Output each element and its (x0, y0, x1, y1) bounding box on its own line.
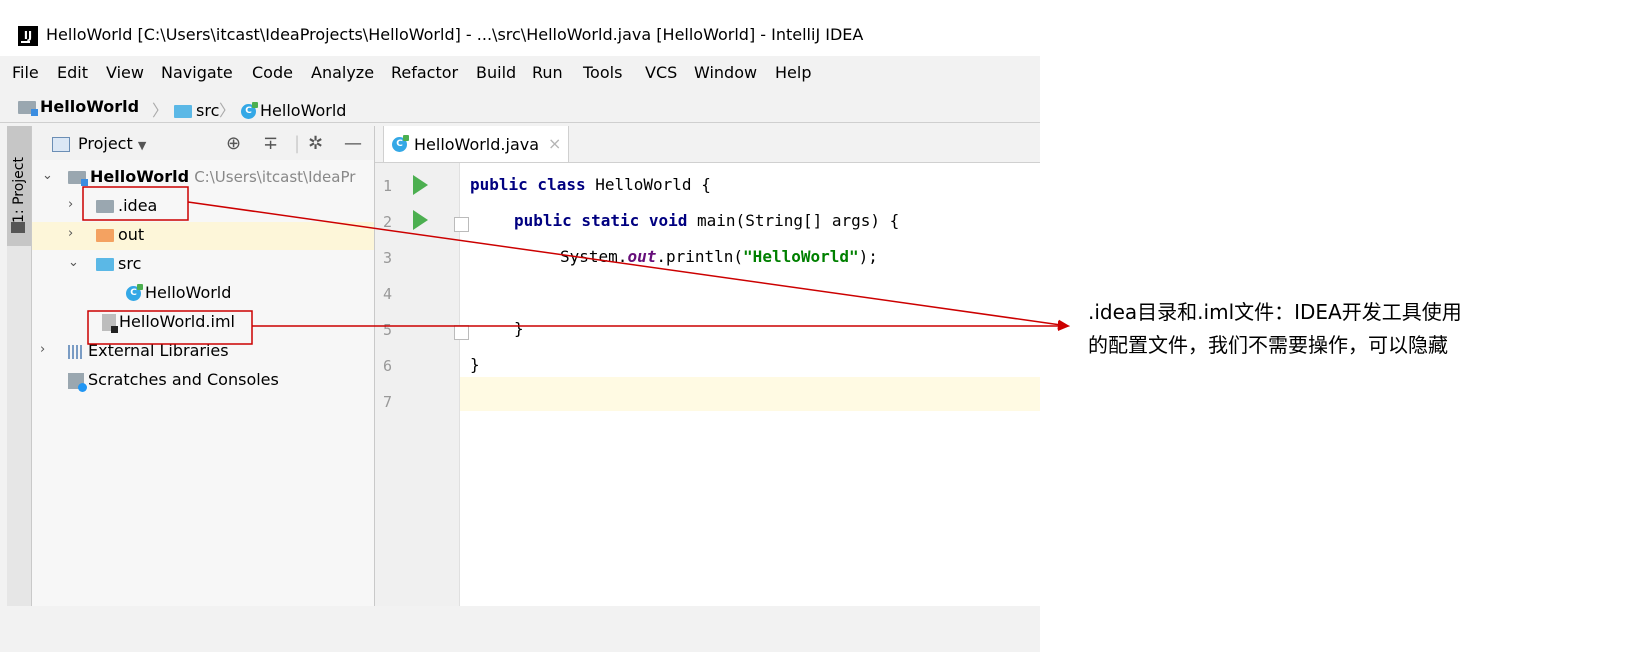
divider: | (294, 133, 301, 154)
iml-file-icon (102, 314, 118, 333)
tab-helloworld-java[interactable]: C HelloWorld.java × (383, 126, 569, 162)
tree-item-iml[interactable]: HelloWorld.iml (32, 309, 374, 337)
breadcrumb-class[interactable]: 〉 C HelloWorld (213, 97, 346, 121)
gear-icon[interactable]: ✲ (308, 133, 323, 154)
project-view-selector[interactable]: Project ▼ (78, 134, 146, 153)
project-panel-header: Project ▼ ⊕ ∓ | ✲ — (32, 126, 374, 160)
title-bar: IJ HelloWorld [C:\Users\itcast\IdeaProje… (0, 0, 1040, 56)
menu-bar: File Edit View Navigate Code Analyze Ref… (0, 58, 1040, 88)
editor-tab-bar: C HelloWorld.java × (375, 126, 1040, 163)
folder-icon (11, 222, 25, 233)
source-folder-icon (174, 105, 193, 118)
class-icon: C (241, 102, 259, 119)
line-number: 1 (383, 177, 393, 195)
project-view-icon (52, 137, 70, 152)
tree-item-scratches[interactable]: Scratches and Consoles (32, 367, 374, 395)
scratches-icon (68, 372, 87, 392)
code-line-1: public class HelloWorld { (470, 175, 711, 194)
breadcrumb-project[interactable]: HelloWorld (18, 97, 139, 116)
line-number: 7 (383, 393, 393, 411)
dropdown-arrow-icon: ▼ (137, 139, 147, 152)
tool-window-strip: 1: Project (7, 126, 32, 606)
source-folder-icon (96, 258, 114, 271)
project-tool-tab-label: 1: Project (11, 157, 27, 223)
chevron-down-icon: ⌄ (68, 255, 79, 270)
menu-analyze[interactable]: Analyze (311, 63, 374, 82)
menu-vcs[interactable]: VCS (645, 63, 677, 82)
folder-icon (96, 200, 114, 213)
chevron-right-icon: 〉 (152, 101, 169, 120)
line-number: 3 (383, 249, 393, 267)
menu-build[interactable]: Build (476, 63, 516, 82)
tree-item-helloworld-class[interactable]: C HelloWorld (32, 280, 374, 308)
close-icon[interactable]: × (548, 134, 561, 153)
code-line-5: } (514, 319, 524, 338)
menu-help[interactable]: Help (775, 63, 811, 82)
menu-code[interactable]: Code (252, 63, 293, 82)
line-number: 6 (383, 357, 393, 375)
annotation-text: .idea目录和.iml文件：IDEA开发工具使用 的配置文件，我们不需要操作，… (1088, 296, 1548, 362)
menu-window[interactable]: Window (694, 63, 757, 82)
intellij-icon: IJ (18, 26, 38, 46)
menu-view[interactable]: View (106, 63, 144, 82)
module-folder-icon (18, 101, 38, 116)
run-icon[interactable] (413, 210, 428, 230)
breadcrumb: HelloWorld 〉 src 〉 C HelloWorld (0, 90, 1040, 123)
fold-icon[interactable] (454, 217, 469, 232)
fold-icon[interactable] (454, 325, 469, 340)
locate-icon[interactable]: ⊕ (226, 133, 241, 154)
run-icon[interactable] (413, 175, 428, 195)
menu-refactor[interactable]: Refactor (391, 63, 458, 82)
library-icon (68, 344, 84, 359)
tree-item-src[interactable]: ⌄ src (32, 251, 374, 279)
ide-window: IJ HelloWorld [C:\Users\itcast\IdeaProje… (0, 0, 1040, 652)
chevron-right-icon: › (68, 226, 74, 241)
window-title: HelloWorld [C:\Users\itcast\IdeaProjects… (46, 25, 864, 44)
annotation-line-1: .idea目录和.iml文件：IDEA开发工具使用 (1088, 300, 1462, 324)
chevron-down-icon: ⌄ (42, 168, 53, 183)
chevron-right-icon: 〉 (219, 101, 236, 120)
annotation-line-2: 的配置文件，我们不需要操作，可以隐藏 (1088, 333, 1448, 357)
project-tool-tab[interactable]: 1: Project (7, 126, 31, 246)
tree-item-external-libraries[interactable]: › External Libraries (32, 338, 374, 366)
excluded-folder-icon (96, 229, 114, 242)
breadcrumb-src[interactable]: 〉 src (146, 97, 219, 121)
menu-tools[interactable]: Tools (583, 63, 622, 82)
module-folder-icon (68, 171, 88, 186)
class-icon: C (392, 135, 409, 152)
line-number: 2 (383, 213, 393, 231)
collapse-all-icon[interactable]: ∓ (263, 133, 278, 154)
chevron-right-icon: › (68, 197, 74, 212)
current-line-highlight (375, 377, 1040, 411)
menu-file[interactable]: File (12, 63, 39, 82)
menu-run[interactable]: Run (532, 63, 563, 82)
editor-gutter: 1 2 3 4 5 6 7 (375, 163, 469, 606)
line-number: 4 (383, 285, 393, 303)
code-editor[interactable]: C HelloWorld.java × 1 2 3 4 5 6 7 public… (375, 126, 1040, 606)
hide-icon[interactable]: — (344, 133, 362, 154)
code-line-2: public static void main(String[] args) { (514, 211, 900, 230)
tree-item-out[interactable]: › out (32, 222, 374, 250)
chevron-right-icon: › (40, 342, 46, 357)
menu-navigate[interactable]: Navigate (161, 63, 233, 82)
class-icon: C (126, 284, 143, 301)
project-panel: Project ▼ ⊕ ∓ | ✲ — ⌄ HelloWorld C:\User… (32, 126, 375, 606)
code-line-3: System.out.println("HelloWorld"); (560, 247, 878, 266)
code-line-6: } (470, 355, 480, 374)
line-number: 5 (383, 321, 393, 339)
tree-item-idea[interactable]: › .idea (32, 193, 374, 221)
tree-item-project-root[interactable]: ⌄ HelloWorld C:\Users\itcast\IdeaPr (32, 164, 374, 192)
menu-edit[interactable]: Edit (57, 63, 88, 82)
